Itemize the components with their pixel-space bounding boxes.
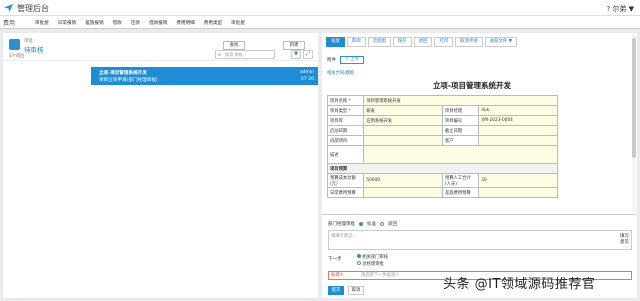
field-value[interactable]	[363, 187, 443, 198]
menu-item[interactable]: 借款报销	[149, 20, 167, 26]
item-author: admin	[299, 70, 314, 75]
form-row: 日常费用预算 差旅费用预算	[326, 187, 558, 198]
field-value[interactable]: 项目管理系统开发	[363, 95, 558, 106]
field-value[interactable]: XM-2023-0004	[478, 115, 558, 126]
search-input[interactable]: ⌕ 搜索 审批...	[215, 50, 275, 59]
toolbar-button[interactable]: 取消申请	[455, 37, 483, 47]
approval-label: 部门经理审批	[328, 222, 355, 227]
field-value[interactable]	[363, 145, 558, 164]
project-form: 项目名称 * 项目管理系统开发 项目类型 * 研发 项目经理 duk 项目库 应用系统开发 项目…	[326, 95, 558, 198]
toolbar-button[interactable]: 退回	[413, 37, 433, 47]
list-count: 1个项目	[9, 53, 25, 58]
field-value[interactable]	[478, 187, 558, 198]
attach-label: 附件	[327, 58, 336, 63]
form-row: 项目名称 * 项目管理系统开发	[326, 95, 558, 106]
field-value[interactable]: 30	[478, 173, 558, 188]
radio-standard[interactable]	[359, 222, 363, 226]
field-label: 截止日期	[441, 125, 480, 136]
menu-item[interactable]: 还款	[131, 20, 140, 26]
toolbar-button[interactable]: 发放	[326, 37, 345, 47]
menu-item[interactable]: 审批屋	[35, 20, 49, 26]
field-label: 预算成本总额(元)	[326, 173, 365, 188]
menu-item[interactable]: 审批屋	[231, 20, 245, 26]
field-value[interactable]	[363, 125, 443, 136]
field-label: 项目经理	[441, 105, 480, 116]
field-value[interactable]	[478, 125, 558, 136]
field-label: 启动日期	[326, 125, 365, 136]
list-item[interactable]: 立项-项目管理系统开发 项目立项申请(部门经理审核) admin 07-20	[91, 67, 318, 85]
form-title: 立项-项目管理系统开发	[432, 81, 512, 90]
field-value[interactable]: 50000	[363, 173, 443, 188]
field-label: 内部项目	[326, 135, 365, 146]
detail-panel: 发放 审阅 流程图 保存 退回 打印 取消申请 关联文件 ▼ 附件 ⇪ 上传 相关合同/模板 …	[322, 33, 637, 298]
menu-item[interactable]: 差旅报销	[85, 20, 103, 26]
toolbar-button[interactable]: 审阅	[346, 37, 366, 47]
field-label: 项目名称 *	[326, 95, 365, 106]
toolbar-button[interactable]: 打印	[434, 37, 454, 47]
query-button[interactable]: 查找	[223, 41, 245, 50]
list-title: 待审核	[24, 46, 44, 54]
new-button[interactable]: 新建	[283, 41, 305, 50]
field-label: 项目库	[326, 115, 365, 126]
field-value[interactable]	[363, 135, 443, 146]
upload-button[interactable]: ⇪ 上传	[340, 56, 364, 64]
expand-icon[interactable]: ⤢	[303, 50, 313, 59]
field-value[interactable]	[478, 135, 558, 146]
cancel-button[interactable]: 取消	[348, 286, 364, 295]
field-label: 差旅费用预算	[441, 187, 480, 198]
field-label: 预算人工合计(人天)	[441, 173, 480, 188]
list-panel: 审批 待审核 1个项目 查找 新建 ⌕ 搜索 审批... ▼ ⤢ 立项-项目管理系…	[3, 33, 318, 298]
toolbar-button[interactable]: 关联文件 ▼	[484, 37, 518, 47]
menu-item[interactable]: 费用明细	[176, 20, 194, 26]
search-icon: ⌕	[218, 52, 221, 58]
submit-button[interactable]: 提交	[328, 286, 344, 295]
approval-header: 部门经理审批 标准 驳回	[328, 222, 397, 227]
top-bar: 管理后台 ? 尔弟 ▼	[0, 0, 640, 16]
menu-item[interactable]: 费用类型	[204, 20, 222, 26]
detail-toolbar: 发放 审阅 流程图 保存 退回 打印 取消申请 关联文件 ▼	[326, 37, 518, 47]
section-header: 项目预算	[327, 163, 558, 174]
template-link[interactable]: 相关合同/模板	[327, 70, 354, 76]
app-title: 管理后台	[17, 4, 49, 13]
item-title: 立项-项目管理系统开发	[99, 71, 147, 76]
scrollbar[interactable]	[632, 34, 636, 212]
next-step-label: 下一步	[328, 257, 342, 262]
field-value[interactable]: duk	[478, 105, 558, 116]
menu-section[interactable]: 费用	[3, 18, 15, 27]
comment-field[interactable]: 请填写意见...	[328, 230, 632, 250]
field-value[interactable]: 应用系统开发	[363, 115, 443, 126]
form-row: 内部项目 客户	[326, 135, 558, 146]
form-row: 项目库 应用系统开发 项目编号 XM-2023-0004	[326, 115, 558, 126]
form-row: 预算成本总额(元) 50000 预算人工合计(人天) 30	[326, 173, 558, 188]
item-desc: 项目立项申请(部门经理审核)	[99, 78, 158, 83]
field-label: 描述	[326, 145, 365, 164]
radio-reject[interactable]	[380, 222, 384, 226]
form-row: 启动日期 截止日期	[326, 125, 558, 136]
item-date: 07-20	[300, 77, 314, 82]
main-menu: 费用 审批屋 日常报销 差旅报销 借款 还款 借款报销 费用明细 费用类型 审批屋	[0, 16, 640, 29]
menu-item[interactable]: 日常报销	[58, 20, 76, 26]
filter-icon[interactable]: ▼	[291, 50, 301, 59]
field-label: 日常费用预算	[326, 187, 365, 198]
form-row: 描述	[326, 145, 558, 164]
toolbar-button[interactable]: 保存	[392, 37, 412, 47]
quick-comment-button[interactable]: 填写 意见	[620, 234, 629, 246]
field-value[interactable]: 研发	[363, 105, 443, 116]
logo-icon	[4, 4, 13, 12]
watermark: 头条 @IT领域源码推荐官	[443, 277, 596, 292]
form-row: 项目预算	[327, 163, 558, 174]
menu-items: 审批屋 日常报销 差旅报销 借款 还款 借款报销 费用明细 费用类型 审批屋	[35, 20, 245, 26]
user-menu[interactable]: ? 尔弟 ▼	[606, 4, 634, 14]
field-label: 客户	[441, 135, 480, 146]
menu-item[interactable]: 借款	[113, 20, 122, 26]
field-label: 项目编号	[441, 115, 480, 126]
field-label: 项目类型 *	[326, 105, 365, 116]
approval-icon	[9, 39, 20, 50]
form-row: 项目类型 * 研发 项目经理 duk	[326, 105, 558, 116]
toolbar-button[interactable]: 流程图	[367, 37, 391, 47]
next-step-options[interactable]: 相关部门审核 总经理审批	[357, 254, 388, 268]
